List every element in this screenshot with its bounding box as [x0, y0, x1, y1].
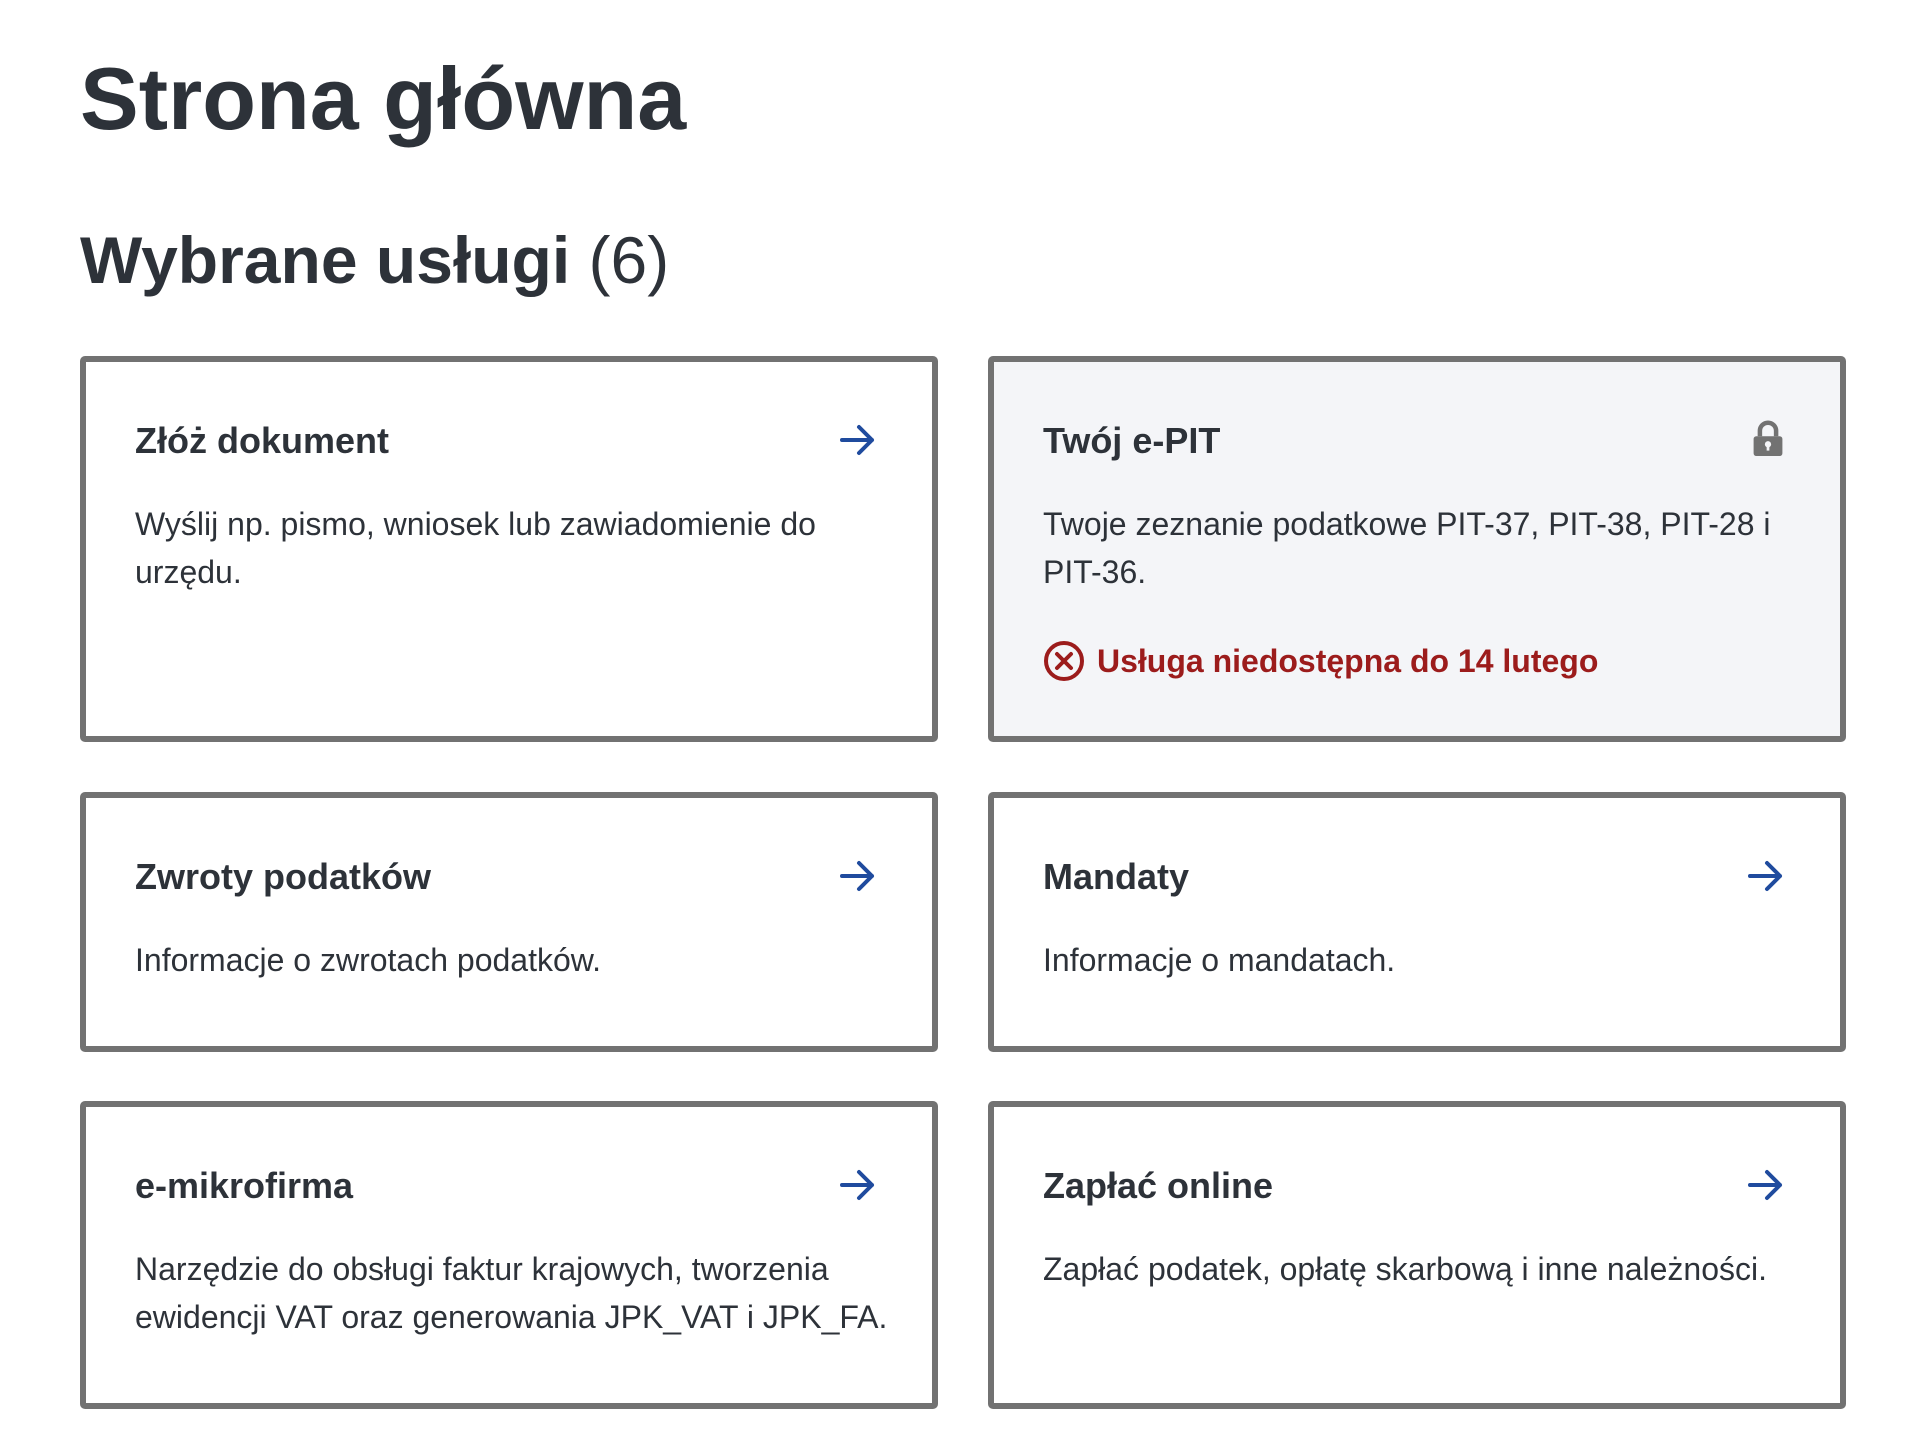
arrow-right-icon [1748, 1170, 1782, 1200]
arrow-right-icon [840, 425, 874, 455]
service-card-zaplac-online[interactable]: Zapłać online Zapłać podatek, opłatę ska… [988, 1101, 1846, 1409]
arrow-right-icon [840, 861, 874, 891]
card-description: Narzędzie do obsługi faktur krajowych, t… [135, 1251, 888, 1335]
card-title: Twój e-PIT [1043, 420, 1221, 461]
section-count: (6) [588, 223, 670, 297]
card-title: Zwroty podatków [135, 856, 431, 897]
section-title-text: Wybrane usługi [80, 223, 571, 297]
lock-icon [1753, 420, 1783, 456]
card-title: Złóż dokument [135, 420, 389, 461]
card-description: Informacje o mandatach. [1043, 942, 1396, 978]
arrow-right-icon [1748, 861, 1782, 891]
card-description: Wyślij np. pismo, wniosek lub zawiadomie… [135, 506, 816, 590]
error-circle-icon [1044, 641, 1084, 681]
card-title: e-mikrofirma [135, 1165, 354, 1206]
card-description: Informacje o zwrotach podatków. [135, 942, 602, 978]
page-title: Strona główna [80, 49, 687, 148]
service-card-zwroty-podatkow[interactable]: Zwroty podatków Informacje o zwrotach po… [80, 792, 938, 1052]
service-card-twoj-e-pit: Twój e-PIT Twoje zeznanie podatkowe PIT-… [988, 356, 1846, 742]
service-card-e-mikrofirma[interactable]: e-mikrofirma Narzędzie do obsługi faktur… [80, 1101, 938, 1409]
card-description: Zapłać podatek, opłatę skarbową i inne n… [1043, 1251, 1767, 1287]
status-message: Usługa niedostępna do 14 lutego [1043, 640, 1598, 682]
arrow-right-icon [840, 1170, 874, 1200]
card-title: Zapłać online [1043, 1165, 1274, 1206]
section-title: Wybrane usługi (6) [80, 218, 669, 302]
service-card-mandaty[interactable]: Mandaty Informacje o mandatach. [988, 792, 1846, 1052]
status-text: Usługa niedostępna do 14 lutego [1097, 642, 1599, 679]
card-title: Mandaty [1043, 856, 1190, 897]
service-card-zloz-dokument[interactable]: Złóż dokument Wyślij np. pismo, wniosek … [80, 356, 938, 742]
card-description: Twoje zeznanie podatkowe PIT-37, PIT-38,… [1043, 506, 1771, 590]
